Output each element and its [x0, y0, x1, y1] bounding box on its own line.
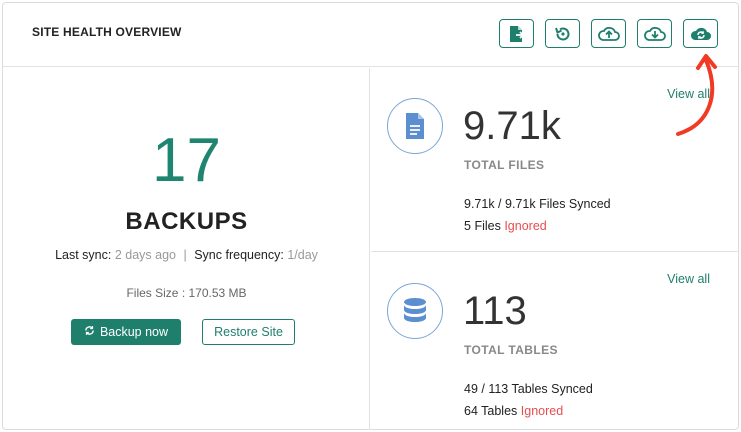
export-button[interactable] — [499, 19, 534, 48]
cloud-download-icon — [643, 26, 666, 42]
backup-now-button[interactable]: Backup now — [71, 319, 181, 345]
cloud-upload-icon — [597, 26, 620, 42]
database-icon — [387, 283, 443, 339]
total-files-label: TOTAL FILES — [464, 158, 545, 172]
total-tables-label: TOTAL TABLES — [464, 343, 558, 357]
files-size: Files Size : 170.53 MB — [126, 286, 247, 300]
files-ignored-text: Ignored — [504, 219, 547, 233]
cloud-sync-icon — [690, 25, 712, 42]
files-synced-ratio: 9.71k / 9.71k — [464, 197, 536, 211]
files-ignored-count: 5 — [464, 219, 471, 233]
site-health-card: SITE HEALTH OVERVIEW 17 BACKUPS Last syn… — [2, 2, 739, 430]
cloud-download-button[interactable] — [637, 19, 672, 48]
restore-site-button[interactable]: Restore Site — [202, 319, 295, 345]
card-title: SITE HEALTH OVERVIEW — [32, 25, 182, 39]
sync-separator: | — [183, 248, 187, 262]
backups-panel: 17 BACKUPS Last sync: 2 days ago | Sync … — [3, 68, 370, 430]
tables-synced: 49 / 113 Tables Synced — [464, 382, 593, 396]
backups-count: 17 — [152, 126, 221, 195]
tables-synced-ratio: 49 / 113 — [464, 382, 509, 396]
files-ignored-noun: Files — [474, 219, 501, 233]
sync-info: Last sync: 2 days ago | Sync frequency: … — [3, 248, 370, 262]
files-view-all-link[interactable]: View all — [667, 87, 710, 101]
sync-frequency-label: Sync frequency: — [194, 248, 284, 262]
tables-view-all-link[interactable]: View all — [667, 272, 710, 286]
tables-panel: View all 113 TOTAL TABLES 49 / 113 Table… — [371, 253, 738, 430]
tables-ignored: 64 Tables Ignored — [464, 404, 563, 418]
total-tables-count: 113 — [463, 289, 527, 333]
restore-history-icon — [554, 25, 572, 43]
file-document-icon — [387, 98, 443, 154]
last-sync-label: Last sync: — [55, 248, 112, 262]
files-synced-text: Files Synced — [539, 197, 611, 211]
cloud-upload-button[interactable] — [591, 19, 626, 48]
last-sync-value: 2 days ago — [114, 248, 176, 262]
backup-actions: Backup now Restore Site — [71, 319, 295, 345]
total-files-count: 9.71k — [463, 104, 561, 148]
backup-now-label: Backup now — [99, 325, 169, 339]
files-ignored: 5 Files Ignored — [464, 219, 547, 233]
tables-synced-text: Tables Synced — [511, 382, 593, 396]
files-synced: 9.71k / 9.71k Files Synced — [464, 197, 611, 211]
files-panel: View all 9.71k TOTAL FILES 9.71k / 9.71k… — [371, 68, 738, 252]
backups-label: BACKUPS — [125, 208, 248, 235]
restore-history-button[interactable] — [545, 19, 580, 48]
sync-frequency-value: 1/day — [287, 248, 318, 262]
tables-ignored-noun: Tables — [481, 404, 518, 418]
refresh-icon — [84, 325, 95, 339]
file-export-icon — [509, 25, 525, 43]
card-header: SITE HEALTH OVERVIEW — [3, 3, 738, 67]
toolbar — [499, 19, 718, 48]
cloud-sync-button[interactable] — [683, 19, 718, 48]
tables-ignored-count: 64 — [464, 404, 478, 418]
tables-ignored-text: Ignored — [520, 404, 564, 418]
